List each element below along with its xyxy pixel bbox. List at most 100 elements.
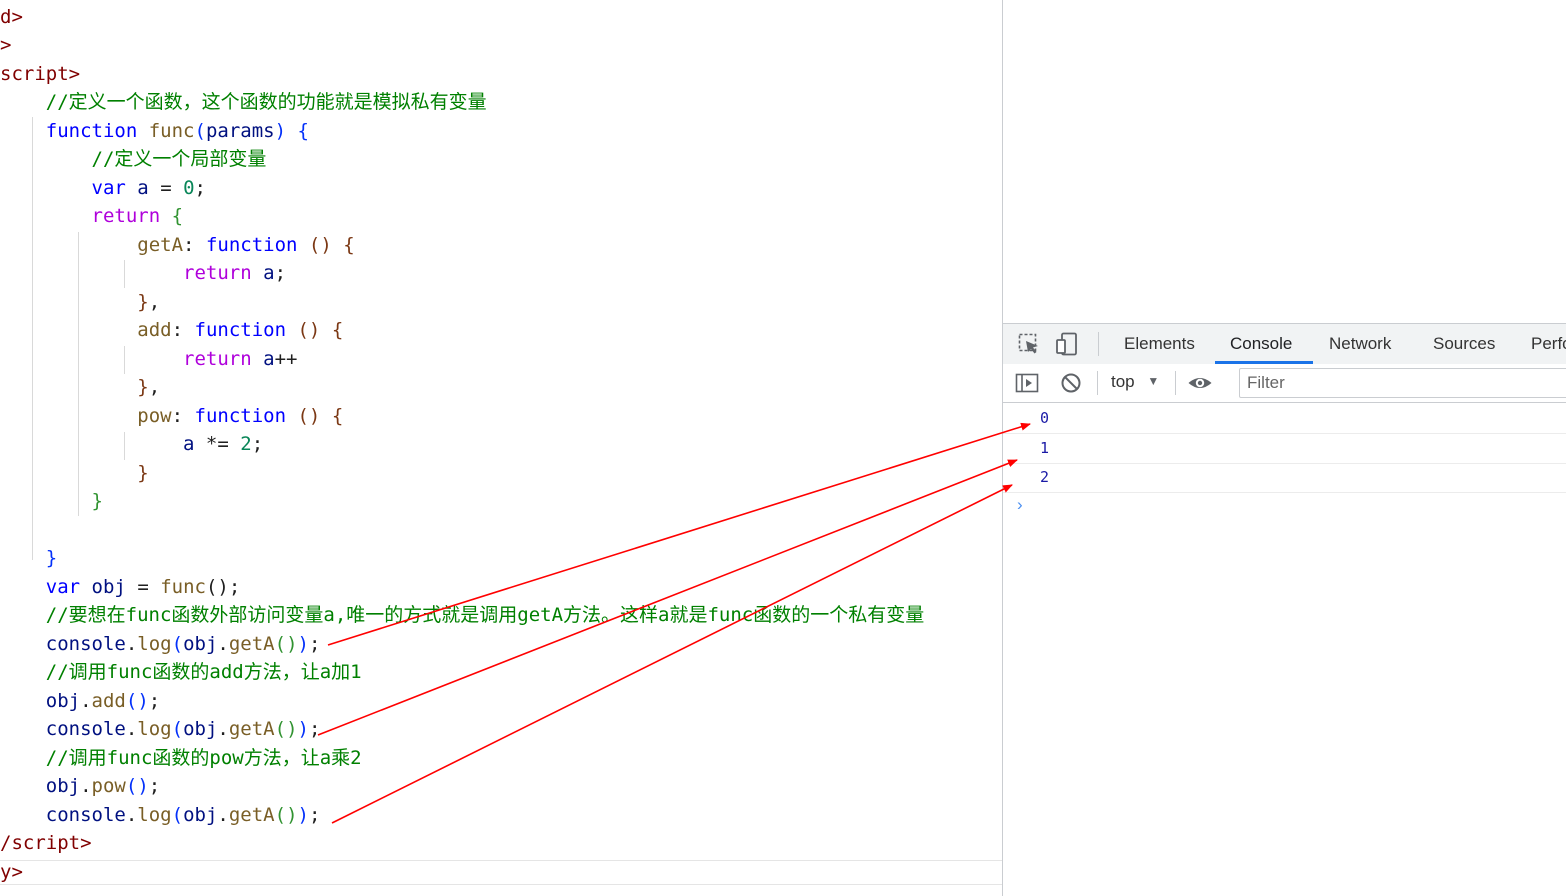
code-token: a (263, 262, 275, 284)
tab-sources[interactable]: Sources (1433, 324, 1495, 364)
device-toolbar-icon[interactable] (1055, 332, 1081, 361)
code-token: ; (251, 433, 264, 455)
code-token: . (125, 633, 138, 655)
code-token: getA (228, 718, 275, 740)
code-token: obj (183, 804, 218, 826)
code-token: > (0, 34, 12, 56)
show-sidebar-icon[interactable] (1015, 371, 1039, 400)
code-token: *= (194, 433, 241, 455)
code-token: () (125, 775, 149, 797)
code-token: pow (137, 405, 172, 427)
code-token: obj (45, 690, 81, 712)
code-line: console.log(obj.getA()); (0, 801, 321, 829)
code-line: d> (0, 3, 23, 31)
code-line: return a; (0, 259, 286, 287)
code-token: . (217, 804, 229, 826)
code-line: obj.add(); (0, 687, 160, 715)
code-token: . (125, 718, 138, 740)
code-token: function (205, 234, 298, 256)
console-prompt-icon[interactable]: › (1017, 495, 1023, 515)
code-token: function (194, 319, 287, 341)
code-token: log (137, 633, 172, 655)
code-line: /script> (0, 829, 92, 857)
code-token: { (331, 405, 344, 427)
code-token: a (183, 433, 195, 455)
console-message: 0 (1003, 404, 1566, 434)
execution-context-selector[interactable]: top ▼ (1111, 372, 1159, 392)
code-token: a (137, 177, 149, 199)
code-token: obj (183, 718, 218, 740)
code-token: . (217, 718, 229, 740)
console-toolbar: top ▼ Filter (1003, 364, 1566, 403)
editor-divider (0, 884, 1002, 885)
inspect-element-icon[interactable] (1017, 332, 1041, 361)
code-token: = (125, 576, 161, 598)
tab-performance[interactable]: Perfo (1531, 324, 1566, 364)
tab-network[interactable]: Network (1329, 324, 1391, 364)
toolbar-divider (1175, 371, 1176, 395)
live-expression-eye-icon[interactable] (1187, 371, 1213, 400)
code-token: //调用func函数的add方法，让a加1 (45, 661, 362, 683)
code-token: . (217, 633, 229, 655)
clear-console-icon[interactable] (1059, 371, 1083, 400)
code-token: y> (0, 861, 23, 883)
filter-input[interactable]: Filter (1239, 368, 1566, 398)
code-line: obj.pow(); (0, 772, 160, 800)
code-token: //调用func函数的pow方法，让a乘2 (45, 747, 362, 769)
code-token: 2 (240, 433, 252, 455)
code-token: () (125, 690, 149, 712)
code-token: func (148, 120, 195, 142)
code-token: function (194, 405, 287, 427)
editor-divider (0, 860, 1002, 861)
tab-elements[interactable]: Elements (1124, 324, 1195, 364)
code-token: //定义一个函数，这个函数的功能就是模拟私有变量 (45, 91, 487, 113)
code-token: getA (137, 234, 184, 256)
code-token: func (160, 576, 206, 598)
code-editor[interactable]: d> > script> //定义一个函数，这个函数的功能就是模拟私有变量 func… (0, 0, 1002, 896)
code-token: pow (91, 775, 126, 797)
code-line: } (0, 544, 57, 572)
code-token: /script> (0, 832, 92, 854)
code-token: ; (274, 262, 287, 284)
code-token: log (137, 804, 172, 826)
code-token: } (137, 462, 149, 484)
code-token: ; (148, 775, 161, 797)
code-token: ; (148, 690, 161, 712)
code-token: ( (171, 718, 184, 740)
code-token: . (125, 804, 138, 826)
console-message: 2 (1003, 463, 1566, 493)
code-token: console (45, 633, 126, 655)
code-token: } (45, 547, 58, 569)
console-message-value: 0 (1040, 409, 1050, 427)
toolbar-divider (1097, 371, 1098, 395)
code-line: console.log(obj.getA()); (0, 715, 321, 743)
tab-console[interactable]: Console (1230, 324, 1292, 364)
code-token: , (148, 376, 161, 398)
code-line: } (0, 459, 149, 487)
tab-bar-divider (1098, 332, 1099, 356)
code-token: } (137, 376, 149, 398)
code-token: return (183, 348, 252, 370)
code-line: getA: function () { (0, 231, 354, 259)
